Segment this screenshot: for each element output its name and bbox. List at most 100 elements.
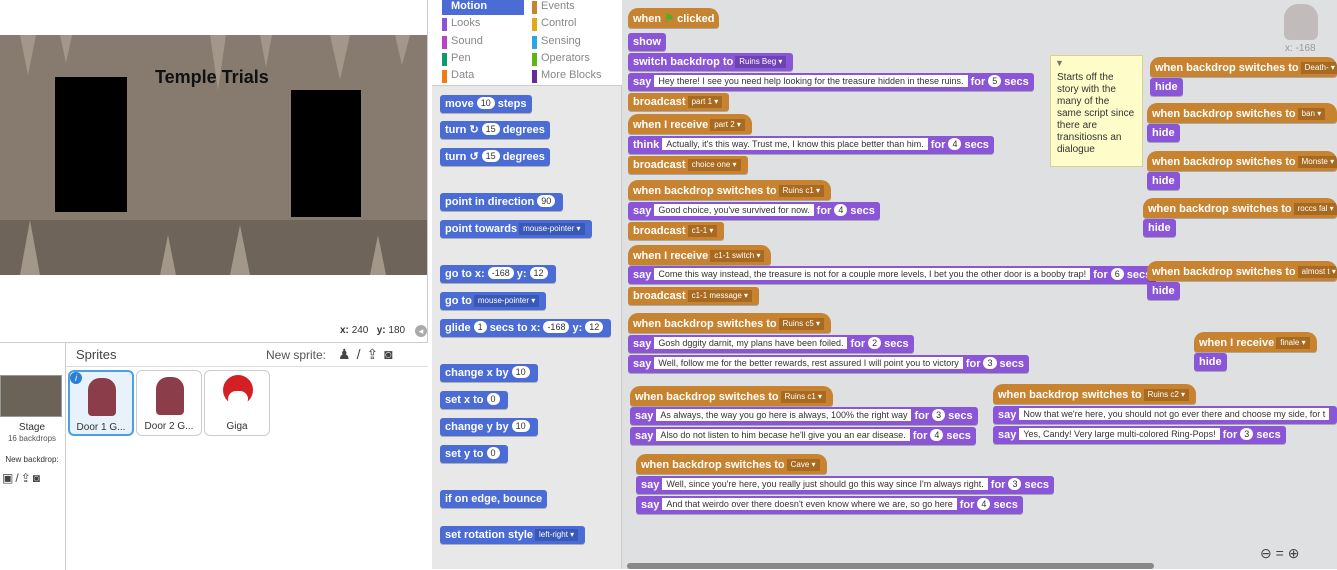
paint-library-icon[interactable]: ▣	[2, 471, 15, 485]
green-flag-icon: ⚑	[664, 13, 675, 25]
stage-title: Temple Trials	[155, 67, 269, 87]
block-say[interactable]: say Yes, Candy! Very large multi-colored …	[993, 426, 1286, 444]
y-label: y:	[376, 325, 386, 336]
stage-thumbnail[interactable]	[0, 375, 62, 417]
new-sprite-label: New sprite:	[266, 348, 327, 362]
block-show[interactable]: show	[628, 33, 667, 51]
door-1-sprite[interactable]	[55, 77, 127, 212]
block-say[interactable]: say And that weirdo over there doesn't ev…	[636, 496, 1023, 514]
block-rotation-style[interactable]: set rotation style left-right	[440, 526, 586, 544]
x-value: 240	[351, 325, 369, 336]
zoom-reset-icon[interactable]: =	[1276, 545, 1284, 561]
block-say[interactable]: say Hey there! I see you need help lookin…	[628, 73, 1034, 91]
block-say[interactable]: say As always, the way you go here is alw…	[630, 407, 978, 425]
hat-when-receive[interactable]: when I receive c1-1 switch	[628, 245, 772, 265]
block-broadcast[interactable]: broadcast c1-1 message	[628, 287, 760, 305]
sprite-library-icon[interactable]: ♟	[338, 346, 357, 362]
block-hide[interactable]: hide	[1147, 172, 1180, 190]
category-motion[interactable]: Motion	[442, 0, 524, 15]
block-go-to[interactable]: go to mouse-pointer	[440, 292, 547, 310]
hat-backdrop-switches[interactable]: when backdrop switches to roccs fal	[1143, 198, 1337, 218]
upload-icon[interactable]: ⇪	[21, 471, 33, 485]
category-operators[interactable]: Operators	[532, 52, 614, 67]
block-say[interactable]: say Come this way instead, the treasure i…	[628, 266, 1157, 284]
zoom-in-icon[interactable]: ⊕	[1288, 545, 1300, 561]
block-point-towards[interactable]: point towards mouse-pointer	[440, 220, 592, 238]
hat-backdrop-switches[interactable]: when backdrop switches to Ruins c1	[628, 180, 832, 200]
collapse-triangle-icon[interactable]: ▼	[1055, 57, 1064, 69]
hat-backdrop-switches[interactable]: when backdrop switches to Monste	[1147, 151, 1337, 171]
sprite-x-readout: x: -168	[1285, 43, 1316, 54]
category-data[interactable]: Data	[442, 69, 524, 84]
block-hide[interactable]: hide	[1194, 353, 1227, 371]
block-change-y[interactable]: change y by 10	[440, 418, 538, 436]
sprite-name: Giga	[226, 421, 248, 432]
block-say[interactable]: say Good choice, you've survived for now.…	[628, 202, 880, 220]
block-hide[interactable]: hide	[1147, 282, 1180, 300]
backdrops-count: 16 backdrops	[7, 434, 57, 443]
sprite-name: Door 1 G...	[76, 422, 126, 433]
category-pen[interactable]: Pen	[442, 52, 524, 67]
stage-column: Stage 16 backdrops New backdrop: ▣/⇪◙	[0, 343, 66, 570]
category-events[interactable]: Events	[532, 0, 614, 15]
hat-backdrop-switches[interactable]: when backdrop switches to ban	[1147, 103, 1337, 123]
hat-backdrop-switches[interactable]: when backdrop switches to Death-	[1150, 57, 1337, 77]
rotate-right-icon: ↻	[469, 124, 479, 136]
sprites-header: Sprites New sprite: ♟/⇪◙	[66, 343, 428, 367]
script-comment[interactable]: ▼ Starts off the story with the many of …	[1050, 55, 1143, 167]
block-set-y[interactable]: set y to 0	[440, 445, 508, 463]
block-move-steps[interactable]: move 10 steps	[440, 95, 532, 113]
paint-sprite-icon[interactable]: /	[357, 346, 367, 362]
block-point-direction[interactable]: point in direction 90	[440, 193, 564, 211]
sprite-tile-giga[interactable]: Giga	[204, 370, 270, 436]
sprite-tile-door-2[interactable]: Door 2 G...	[136, 370, 202, 436]
hat-backdrop-switches[interactable]: when backdrop switches to Ruins c2	[993, 384, 1197, 404]
rotate-left-icon: ↺	[469, 151, 479, 163]
zoom-out-icon[interactable]: ⊖	[1260, 545, 1272, 561]
block-hide[interactable]: hide	[1150, 78, 1183, 96]
category-sound[interactable]: Sound	[442, 35, 524, 50]
upload-sprite-icon[interactable]: ⇪	[366, 346, 384, 362]
sprite-tile-door-1[interactable]: i Door 1 G...	[68, 370, 134, 436]
door-2-sprite[interactable]	[291, 90, 361, 217]
block-hide[interactable]: hide	[1143, 219, 1176, 237]
block-say[interactable]: say Well, since you're here, you really j…	[636, 476, 1054, 494]
block-go-to-xy[interactable]: go to x: -168 y: 12	[440, 265, 556, 283]
hat-backdrop-switches[interactable]: when backdrop switches to Ruins c1	[630, 386, 834, 406]
collapse-arrow-icon[interactable]: ◂	[415, 325, 427, 337]
hat-when-flag-clicked[interactable]: when ⚑ clicked	[628, 8, 720, 28]
block-broadcast[interactable]: broadcast part 1	[628, 93, 730, 111]
camera-sprite-icon[interactable]: ◙	[384, 346, 398, 362]
stage-canvas[interactable]: Temple Trials	[0, 35, 427, 275]
camera-icon[interactable]: ◙	[33, 471, 42, 485]
block-set-x[interactable]: set x to 0	[440, 391, 508, 409]
block-turn-right[interactable]: turn ↻ 15 degrees	[440, 121, 550, 139]
block-say[interactable]: say Gosh dggity darnit, my plans have bee…	[628, 335, 914, 353]
block-broadcast[interactable]: broadcast choice one	[628, 156, 748, 174]
category-sensing[interactable]: Sensing	[532, 35, 614, 50]
block-think[interactable]: think Actually, it's this way. Trust me, …	[628, 136, 994, 154]
hat-backdrop-switches[interactable]: when backdrop switches to Ruins c5	[628, 313, 832, 333]
block-say[interactable]: say Well, follow me for the better reward…	[628, 355, 1029, 373]
sprite-preview-icon	[1284, 4, 1318, 40]
hat-backdrop-switches[interactable]: when backdrop switches to Cave	[636, 454, 827, 474]
block-glide[interactable]: glide 1 secs to x: -168 y: 12	[440, 319, 612, 337]
block-switch-backdrop[interactable]: switch backdrop to Ruins Beg	[628, 53, 794, 71]
info-icon[interactable]: i	[70, 372, 82, 384]
category-looks[interactable]: Looks	[442, 17, 524, 32]
block-bounce[interactable]: if on edge, bounce	[440, 490, 548, 508]
hooded-figure-icon	[88, 378, 116, 416]
category-more-blocks[interactable]: More Blocks	[532, 69, 614, 84]
block-say[interactable]: say Now that we're here, you should not g…	[993, 406, 1337, 424]
hat-when-receive[interactable]: when I receive part 2	[628, 114, 752, 134]
block-change-x[interactable]: change x by 10	[440, 364, 538, 382]
stage-panel: Temple Trials x: 240 y: 180 ◂	[0, 0, 428, 342]
hat-backdrop-switches[interactable]: when backdrop switches to almost t	[1147, 261, 1337, 281]
hat-when-receive[interactable]: when I receive finale	[1194, 332, 1317, 352]
block-hide[interactable]: hide	[1147, 124, 1180, 142]
scripts-horizontal-scrollbar[interactable]	[627, 563, 1154, 569]
category-control[interactable]: Control	[532, 17, 614, 32]
block-turn-left[interactable]: turn ↺ 15 degrees	[440, 148, 550, 166]
block-broadcast[interactable]: broadcast c1-1	[628, 222, 725, 240]
block-say[interactable]: say Also do not listen to him becase he'l…	[630, 427, 976, 445]
